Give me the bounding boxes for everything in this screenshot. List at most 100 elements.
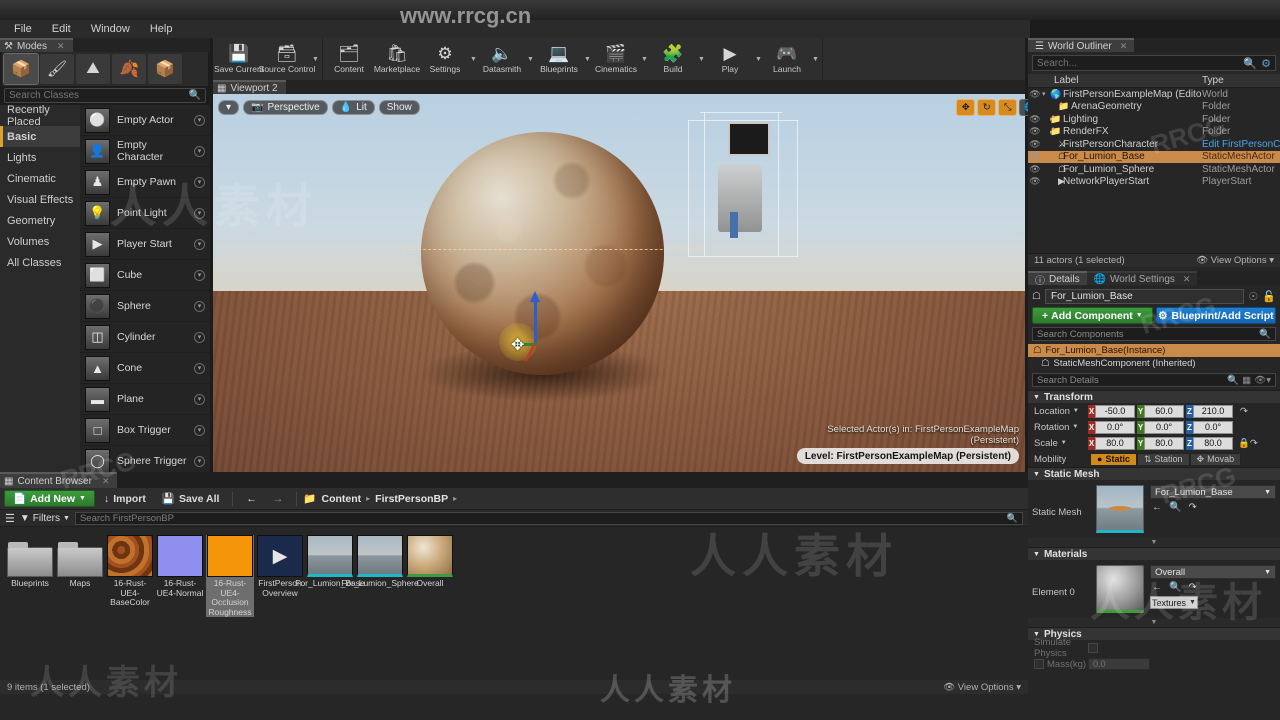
gizmo-z-axis[interactable] <box>530 291 540 345</box>
chevron-down-icon[interactable]: ▼ <box>311 38 320 80</box>
back-button[interactable]: ← <box>239 490 264 507</box>
rotation-z[interactable]: Z 0.0° <box>1186 420 1233 434</box>
info-icon[interactable]: ▾ <box>194 176 205 188</box>
blueprints-button[interactable]: 💻 Blueprints <box>535 38 583 80</box>
view-mode-button[interactable]: 💧 Lit <box>331 100 375 115</box>
geometry-mode-icon[interactable]: 📦 <box>148 54 182 84</box>
material-thumbnail[interactable] <box>1096 565 1144 613</box>
menu-item-window[interactable]: Window <box>81 21 140 37</box>
scale-x[interactable]: X 80.0 <box>1088 436 1135 450</box>
component-row-staticmesh[interactable]: ☖ StaticMeshComponent (Inherited) <box>1028 357 1280 370</box>
eye-icon[interactable]: 👁▾ <box>1254 375 1271 386</box>
chevron-down-icon[interactable]: ▼ <box>583 38 592 80</box>
save-all-button[interactable]: 💾 Save All <box>155 490 227 507</box>
reset-icon[interactable]: ☉ <box>1248 290 1258 303</box>
info-icon[interactable]: ▾ <box>194 207 205 219</box>
close-icon[interactable]: ✕ <box>57 41 65 52</box>
outliner-row-type[interactable]: Edit FirstPersonC <box>1202 139 1280 150</box>
rotate-tool[interactable]: ↻ <box>977 99 997 116</box>
perspective-button[interactable]: 📷 Perspective <box>243 100 328 115</box>
list-item[interactable]: □ Box Trigger ▾ <box>80 415 210 446</box>
scale-z[interactable]: Z 80.0 <box>1186 436 1233 450</box>
asset-item[interactable]: Blueprints <box>6 535 54 617</box>
list-item[interactable]: ▶ Player Start ▾ <box>80 229 210 260</box>
close-icon[interactable]: ✕ <box>102 476 110 487</box>
list-item[interactable]: 💡 Point Light ▾ <box>80 198 210 229</box>
save-current-button[interactable]: 💾 Save Current <box>214 38 264 80</box>
table-row[interactable]: 👁 ▾ 🌎 FirstPersonExampleMap (Editor) Wor… <box>1028 88 1280 101</box>
asset-item[interactable]: 16-Rust-UE4-Occlusion Roughness <box>206 535 254 617</box>
chevron-right-icon[interactable]: ▸ <box>1042 128 1054 136</box>
chevron-down-icon[interactable]: ▼ <box>640 38 649 80</box>
lock-scale-icon[interactable]: 🔒 <box>1238 438 1250 449</box>
use-selected-asset-icon[interactable]: ← <box>1152 582 1162 593</box>
forward-button[interactable]: → <box>266 490 291 507</box>
close-icon[interactable]: ✕ <box>1120 41 1128 52</box>
outliner-search-input[interactable] <box>1037 57 1240 69</box>
add-new-button[interactable]: 📄 Add New ▼ <box>4 490 95 507</box>
component-row-instance[interactable]: ☖ For_Lumion_Base(Instance) <box>1028 344 1280 357</box>
grid-view-icon[interactable]: ▦ <box>1242 375 1251 386</box>
eye-icon[interactable]: 👁 <box>1028 164 1042 175</box>
menu-item-edit[interactable]: Edit <box>42 21 81 37</box>
launch-button[interactable]: 🎮 Launch <box>763 38 811 80</box>
landscape-mode-icon[interactable]: ⛰ <box>76 54 110 84</box>
source-control-button[interactable]: 🗃 Source Control <box>259 38 316 80</box>
menu-item-help[interactable]: Help <box>140 21 183 37</box>
list-item[interactable]: 👤 Empty Character ▾ <box>80 136 210 167</box>
foliage-mode-icon[interactable]: 🍂 <box>112 54 146 84</box>
browse-asset-icon[interactable]: 🔍 <box>1169 582 1181 593</box>
sources-panel-toggle-icon[interactable]: ☰ <box>5 512 15 525</box>
outliner-view-options-button[interactable]: 👁 View Options ▾ <box>1196 255 1274 266</box>
chevron-down-icon[interactable]: ▼ <box>469 38 478 80</box>
tab-world-outliner[interactable]: ☰ World Outliner ✕ <box>1028 38 1135 52</box>
close-icon[interactable]: ✕ <box>1183 274 1191 285</box>
rotation-x[interactable]: X 0.0° <box>1088 420 1135 434</box>
breadcrumb-firstpersonbp[interactable]: FirstPersonBP <box>375 493 448 505</box>
table-row[interactable]: 📁 ArenaGeometry Folder <box>1028 101 1280 114</box>
list-item[interactable]: ◯ Sphere Trigger ▾ <box>80 446 210 475</box>
reset-asset-icon[interactable]: ↷ <box>1188 502 1196 513</box>
browse-asset-icon[interactable]: 🔍 <box>1169 502 1181 513</box>
filters-button[interactable]: ▼ Filters ▼ <box>20 513 70 524</box>
mass-value-field[interactable]: 0.0 <box>1088 658 1150 670</box>
table-row[interactable]: 👁 ▸ 📁 RenderFX Folder <box>1028 126 1280 139</box>
list-item[interactable]: ⚪ Empty Actor ▾ <box>80 105 210 136</box>
eye-icon[interactable]: 👁 <box>1028 176 1042 187</box>
table-row[interactable]: 👁 ⚔ FirstPersonCharacter Edit FirstPerso… <box>1028 138 1280 151</box>
outliner-search-field[interactable]: 🔍 ⚙ <box>1032 55 1276 71</box>
location-z[interactable]: Z 210.0 <box>1186 404 1233 418</box>
scale-tool[interactable]: ⤡ <box>998 99 1018 116</box>
asset-item[interactable]: 16-Rust-UE4-BaseColor <box>106 535 154 617</box>
sidebar-item-all-classes[interactable]: All Classes <box>0 252 80 273</box>
cinematics-button[interactable]: 🎬 Cinematics <box>592 38 640 80</box>
chevron-down-icon[interactable]: ▾ <box>1042 90 1050 98</box>
settings-button[interactable]: ⚙ Settings <box>421 38 469 80</box>
column-label[interactable]: Label <box>1028 75 1202 86</box>
chevron-down-icon[interactable]: ▼ <box>1072 424 1078 430</box>
asset-item[interactable]: 16-Rust-UE4-Normal <box>156 535 204 617</box>
play-button[interactable]: ▶ Play <box>706 38 754 80</box>
chevron-down-icon[interactable]: ▼ <box>526 38 535 80</box>
search-details-field[interactable]: Search Details 🔍 ▦ 👁▾ <box>1032 373 1276 387</box>
asset-item[interactable]: For_Lumion_Sphere <box>341 535 419 617</box>
info-icon[interactable]: ▾ <box>194 362 205 374</box>
lock-icon[interactable]: 🔓 <box>1262 290 1276 303</box>
reset-scale-icon[interactable]: ↷ <box>1250 438 1258 449</box>
marketplace-button[interactable]: 🛍 Marketplace <box>373 38 421 80</box>
material-dropdown[interactable]: Overall ▼ <box>1150 565 1276 579</box>
tab-modes[interactable]: ⚒ Modes ✕ <box>0 38 73 52</box>
asset-item[interactable]: Maps <box>56 535 104 617</box>
sidebar-item-basic[interactable]: Basic <box>0 126 80 147</box>
actor-name-field[interactable]: For_Lumion_Base <box>1044 288 1245 304</box>
eye-icon[interactable]: 👁 <box>1028 126 1042 137</box>
translate-tool[interactable]: ✥ <box>956 99 976 116</box>
sidebar-item-geometry[interactable]: Geometry <box>0 210 80 231</box>
asset-item[interactable]: Overall <box>406 535 454 617</box>
textures-button[interactable]: Textures ▼ <box>1150 596 1198 609</box>
static-mesh-dropdown[interactable]: For_Lumion_Base ▼ <box>1150 485 1276 499</box>
tab-viewport-2[interactable]: ▦ Viewport 2 <box>213 80 286 94</box>
table-row[interactable]: 👁 ▶ NetworkPlayerStart PlayerStart <box>1028 176 1280 189</box>
table-row[interactable]: 👁 ☖ For_Lumion_Base StaticMeshActor <box>1028 150 1280 163</box>
eye-icon[interactable]: 👁 <box>1028 89 1042 100</box>
